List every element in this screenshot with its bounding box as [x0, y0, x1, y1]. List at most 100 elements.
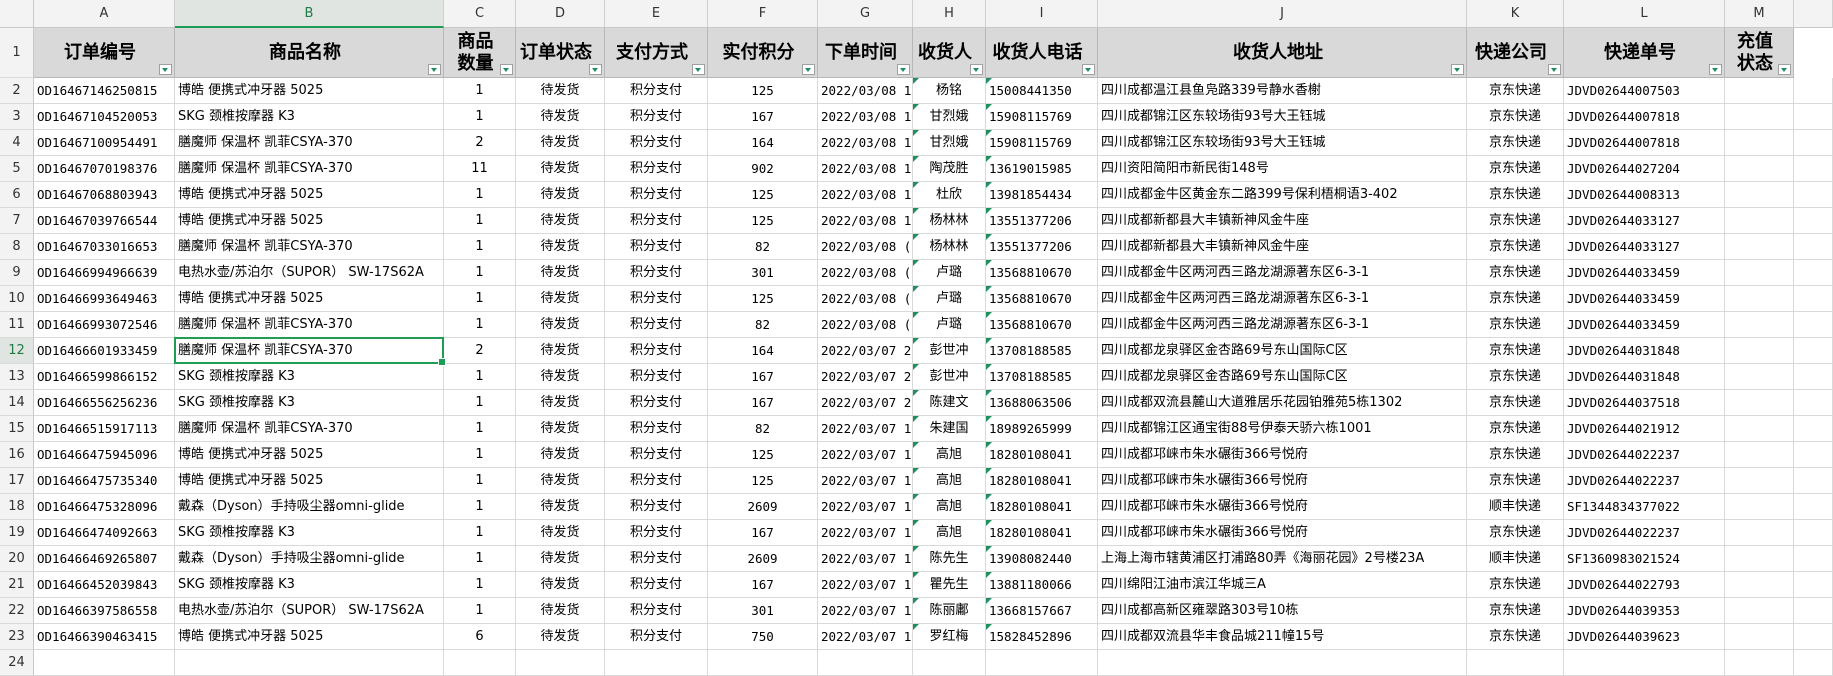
cell-E19[interactable]: 积分支付: [605, 520, 708, 546]
row-header-2[interactable]: 2: [0, 78, 34, 104]
empty-cell[interactable]: [1794, 260, 1833, 286]
cell-J7[interactable]: 四川成都新都县大丰镇新神风金牛座: [1098, 208, 1467, 234]
cell-K13[interactable]: 京东快递: [1467, 364, 1564, 390]
cell-F22[interactable]: 301: [708, 598, 818, 624]
cell-I15[interactable]: 18989265999: [986, 416, 1098, 442]
cell-H6[interactable]: 杜欣: [913, 182, 986, 208]
cell-D15[interactable]: 待发货: [516, 416, 605, 442]
empty-cell[interactable]: [1794, 442, 1833, 468]
cell-L21[interactable]: JDVD02644022793: [1564, 572, 1725, 598]
cell-L8[interactable]: JDVD02644033127: [1564, 234, 1725, 260]
cell-H15[interactable]: 朱建国: [913, 416, 986, 442]
cell-A7[interactable]: OD16467039766544: [34, 208, 175, 234]
cell-J22[interactable]: 四川成都高新区雍翠路303号10栋: [1098, 598, 1467, 624]
empty-cell[interactable]: [1794, 468, 1833, 494]
cell-A10[interactable]: OD16466993649463: [34, 286, 175, 312]
row-header-21[interactable]: 21: [0, 572, 34, 598]
header-cell-K[interactable]: 快递公司: [1467, 28, 1564, 78]
filter-dropdown-icon[interactable]: [500, 64, 513, 75]
cell-L13[interactable]: JDVD02644031848: [1564, 364, 1725, 390]
cell-I3[interactable]: 15908115769: [986, 104, 1098, 130]
cell-C19[interactable]: 1: [444, 520, 516, 546]
cell-M11[interactable]: [1725, 312, 1794, 338]
cell-L4[interactable]: JDVD02644007818: [1564, 130, 1725, 156]
cell-F11[interactable]: 82: [708, 312, 818, 338]
cell-A18[interactable]: OD16466475328096: [34, 494, 175, 520]
cell-J18[interactable]: 四川成都邛崃市朱水碾街366号悦府: [1098, 494, 1467, 520]
cell-H2[interactable]: 杨铭: [913, 78, 986, 104]
cell-I4[interactable]: 15908115769: [986, 130, 1098, 156]
cell-A15[interactable]: OD16466515917113: [34, 416, 175, 442]
cell-L16[interactable]: JDVD02644022237: [1564, 442, 1725, 468]
column-header-E[interactable]: E: [605, 0, 708, 28]
cell-F15[interactable]: 82: [708, 416, 818, 442]
cell-G19[interactable]: 2022/03/07 1: [818, 520, 913, 546]
cell-M5[interactable]: [1725, 156, 1794, 182]
header-cell-C[interactable]: 商品数量: [444, 28, 516, 78]
cell-E13[interactable]: 积分支付: [605, 364, 708, 390]
row-header-13[interactable]: 13: [0, 364, 34, 390]
cell-C16[interactable]: 1: [444, 442, 516, 468]
filter-dropdown-icon[interactable]: [428, 64, 441, 75]
cell-F24[interactable]: [708, 650, 818, 676]
empty-cell[interactable]: [1794, 338, 1833, 364]
cell-C10[interactable]: 1: [444, 286, 516, 312]
cell-F6[interactable]: 125: [708, 182, 818, 208]
cell-K14[interactable]: 京东快递: [1467, 390, 1564, 416]
cell-E18[interactable]: 积分支付: [605, 494, 708, 520]
cell-H9[interactable]: 卢璐: [913, 260, 986, 286]
cell-A21[interactable]: OD16466452039843: [34, 572, 175, 598]
cell-I5[interactable]: 13619015985: [986, 156, 1098, 182]
cell-C24[interactable]: [444, 650, 516, 676]
cell-F16[interactable]: 125: [708, 442, 818, 468]
cell-I14[interactable]: 13688063506: [986, 390, 1098, 416]
column-header-D[interactable]: D: [516, 0, 605, 28]
cell-E4[interactable]: 积分支付: [605, 130, 708, 156]
cell-G18[interactable]: 2022/03/07 1: [818, 494, 913, 520]
cell-F2[interactable]: 125: [708, 78, 818, 104]
cell-A6[interactable]: OD16467068803943: [34, 182, 175, 208]
cell-K11[interactable]: 京东快递: [1467, 312, 1564, 338]
cell-G14[interactable]: 2022/03/07 2: [818, 390, 913, 416]
cell-J6[interactable]: 四川成都金牛区黄金东二路399号保利梧桐语3-402: [1098, 182, 1467, 208]
cell-M12[interactable]: [1725, 338, 1794, 364]
cell-D2[interactable]: 待发货: [516, 78, 605, 104]
cell-B5[interactable]: 膳魔师 保温杯 凯菲CSYA-370: [175, 156, 444, 182]
row-header-11[interactable]: 11: [0, 312, 34, 338]
row-header-7[interactable]: 7: [0, 208, 34, 234]
cell-M16[interactable]: [1725, 442, 1794, 468]
filter-dropdown-icon[interactable]: [802, 64, 815, 75]
cell-D20[interactable]: 待发货: [516, 546, 605, 572]
cell-E16[interactable]: 积分支付: [605, 442, 708, 468]
row-header-16[interactable]: 16: [0, 442, 34, 468]
cell-E21[interactable]: 积分支付: [605, 572, 708, 598]
cell-E12[interactable]: 积分支付: [605, 338, 708, 364]
column-header-H[interactable]: H: [913, 0, 986, 28]
cell-K8[interactable]: 京东快递: [1467, 234, 1564, 260]
cell-F5[interactable]: 902: [708, 156, 818, 182]
empty-cell[interactable]: [1794, 364, 1833, 390]
cell-J2[interactable]: 四川成都温江县鱼凫路339号静水香榭: [1098, 78, 1467, 104]
cell-C14[interactable]: 1: [444, 390, 516, 416]
column-header-C[interactable]: C: [444, 0, 516, 28]
cell-D21[interactable]: 待发货: [516, 572, 605, 598]
cell-A23[interactable]: OD16466390463415: [34, 624, 175, 650]
cell-M24[interactable]: [1725, 650, 1794, 676]
cell-I10[interactable]: 13568810670: [986, 286, 1098, 312]
cell-J11[interactable]: 四川成都金牛区两河西三路龙湖源著东区6-3-1: [1098, 312, 1467, 338]
cell-F18[interactable]: 2609: [708, 494, 818, 520]
cell-G10[interactable]: 2022/03/08 (: [818, 286, 913, 312]
cell-E24[interactable]: [605, 650, 708, 676]
cell-F8[interactable]: 82: [708, 234, 818, 260]
cell-G23[interactable]: 2022/03/07 1: [818, 624, 913, 650]
cell-G5[interactable]: 2022/03/08 1: [818, 156, 913, 182]
empty-cell[interactable]: [1794, 104, 1833, 130]
cell-K5[interactable]: 京东快递: [1467, 156, 1564, 182]
cell-E6[interactable]: 积分支付: [605, 182, 708, 208]
cell-A5[interactable]: OD16467070198376: [34, 156, 175, 182]
cell-B6[interactable]: 博皓 便携式冲牙器 5025: [175, 182, 444, 208]
cell-C3[interactable]: 1: [444, 104, 516, 130]
cell-A19[interactable]: OD16466474092663: [34, 520, 175, 546]
filter-dropdown-icon[interactable]: [897, 64, 910, 75]
cell-J5[interactable]: 四川资阳简阳市新民街148号: [1098, 156, 1467, 182]
